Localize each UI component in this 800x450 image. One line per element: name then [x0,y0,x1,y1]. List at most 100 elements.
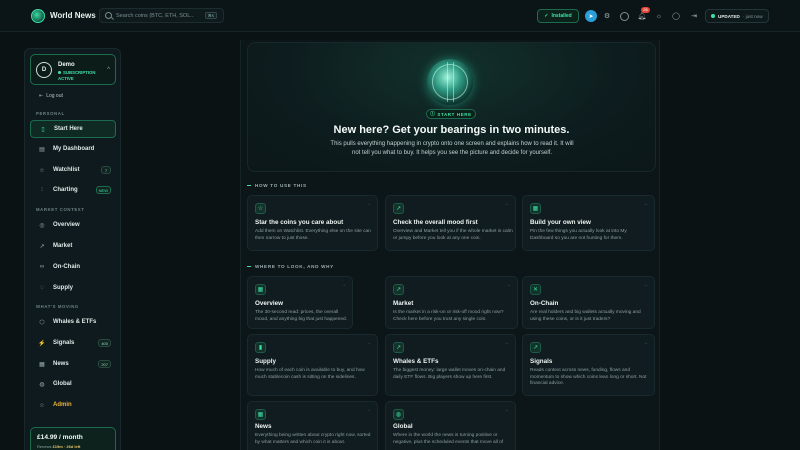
globe-logo-icon [31,8,45,23]
sidebar-item-label: Overview [53,222,80,228]
sidebar-item-market[interactable]: ↗ Market [30,237,116,255]
updated-label: UPDATED [718,13,740,19]
card-description: Overview and Market tell you if the whol… [393,229,513,241]
new-badge: NEW [95,186,111,194]
signal-icon: ↗ [530,342,541,353]
app-name: World News [50,11,96,20]
card-description: Reads context across news, funding, flow… [530,368,647,387]
sidebar-item-my-dashboard[interactable]: ▤ My Dashboard [30,140,116,158]
logout-icon[interactable]: ⇥ [688,10,700,22]
globe-icon: ◍ [393,409,404,420]
card-title: On-Chain [530,300,559,307]
sidebar-item-charting[interactable]: ⫶ Charting NEW [30,181,116,199]
star-outline-icon: ☆ [39,402,45,409]
sidebar-item-whales-etfs[interactable]: ⬡ Whales & ETFs [30,313,116,331]
arrow-icon: → [643,340,648,346]
arrow-icon: → [341,282,346,288]
sidebar-item-label: Supply [53,285,74,291]
logout-link[interactable]: ⇤ Log out [39,93,63,99]
notification-count-badge: 26 [641,7,650,13]
settings-icon[interactable]: ⚙ [601,10,613,22]
where-card-global[interactable]: ◍ → Global Where in the world the news i… [385,401,516,450]
where-card-whales-etfs[interactable]: ↗ → Whales & ETFs The biggest money: lar… [385,334,516,396]
trend-icon: ↗ [393,203,404,214]
app-logo[interactable]: World News [31,8,96,23]
sidebar-item-watchlist[interactable]: ☆ Watchlist 7 [30,161,116,179]
sidebar-item-signals[interactable]: ⚡ Signals 400 [30,334,116,352]
star-icon: ☆ [255,203,266,214]
shield-icon: ⬡ [39,319,45,326]
search-input[interactable] [116,12,194,19]
updated-ago: · just now [742,13,763,19]
where-card-market[interactable]: ↗ → Market Is the market in a risk-on or… [385,276,518,329]
howto-card-check-mood[interactable]: ↗ → Check the overall mood first Overvie… [385,195,516,251]
where-card-signals[interactable]: ↗ → Signals Reads context across news, f… [522,334,655,396]
live-dot-icon [711,14,715,18]
renews-label: Renews [37,444,52,449]
keyboard-shortcut-badge: ⌘K [205,12,217,19]
avatar: D [36,62,52,78]
sidebar-item-overview[interactable]: ◎ Overview [30,216,116,234]
sidebar-item-label: Admin [53,402,72,408]
arrow-icon: → [643,201,648,207]
subscription-status-line2: ACTIVE [58,75,74,81]
target-icon: ◎ [39,222,45,229]
updated-status: UPDATED · just now [705,9,769,23]
news-count-badge: 207 [98,360,111,368]
arrow-icon: → [366,340,371,346]
help-icon[interactable] [618,10,630,22]
card-title: News [255,423,272,430]
theme-toggle-icon[interactable]: ☼ [653,10,665,22]
card-title: Supply [255,358,276,365]
news-icon: ▦ [39,361,45,368]
dashboard-icon: ▤ [39,146,45,153]
globe-icon: ◍ [39,381,45,388]
arrow-icon: → [366,201,371,207]
sidebar-item-label: Watchlist [53,167,80,173]
card-description: The 30-second read: prices, the overall … [255,310,348,322]
section-dash-icon [247,185,251,186]
where-card-news[interactable]: ▦ → News Everything being written about … [247,401,378,450]
section-label-whats-moving: WHAT'S MOVING [36,304,79,309]
card-description: How much of each coin is available to bu… [255,368,365,380]
logout-arrow-icon: ⇤ [39,93,44,99]
where-card-supply[interactable]: ▮ → Supply How much of each coin is avai… [247,334,378,396]
subscription-status: SUBSCRIPTION ACTIVE [58,70,95,81]
chart-icon: ⫶ [41,186,43,193]
card-description: Where in the world the news is turning p… [393,433,504,445]
howto-card-star-coins[interactable]: ☆ → Star the coins you care about Add th… [247,195,378,251]
sidebar-item-global[interactable]: ◍ Global [30,375,116,393]
logout-label: Log out [46,93,63,99]
howto-card-build-view[interactable]: ▦ → Build your own view Pin the few thin… [522,195,655,251]
card-description: Is the market in a risk-on or risk-off m… [393,310,504,322]
sidebar-item-supply[interactable]: ◌ Supply [30,279,116,297]
price-label: £14.99 / month [37,434,83,441]
sidebar-item-on-chain[interactable]: ∞ On-Chain [30,258,116,276]
sidebar-item-label: Global [53,381,72,387]
card-title: Check the overall mood first [393,219,478,226]
chevron-up-icon[interactable]: ^ [107,67,110,73]
installed-button[interactable]: ✓ Installed [537,9,579,23]
user-icon[interactable]: ◯ [670,10,682,22]
start-here-pill-label: START HERE [437,111,472,117]
sidebar-item-news[interactable]: ▦ News 207 [30,355,116,373]
grid-icon: ▦ [530,203,541,214]
card-title: Market [393,300,414,307]
news-icon: ▦ [255,409,266,420]
search-icon [105,12,112,19]
search-box[interactable]: ⌘K [99,8,224,23]
coins-icon: ◌ [40,285,44,291]
sidebar-item-start-here[interactable]: ▯ Start Here [30,120,116,138]
sidebar-item-admin[interactable]: ☆ Admin [30,396,116,414]
info-icon: ⓘ [430,111,436,116]
section-how-to-use-label: HOW TO USE THIS [255,183,307,188]
subscription-price-card[interactable]: £14.99 / month Renews £19m · 26d left [30,427,116,450]
hero-description: This pulls everything happening in crypt… [330,141,574,156]
card-title: Star the coins you care about [255,219,344,226]
telegram-icon[interactable]: ➤ [585,10,597,22]
section-dash-icon [247,266,251,267]
sidebar-item-label: My Dashboard [53,146,95,152]
where-card-on-chain[interactable]: ✕ → On-Chain Are real holders and big wa… [522,276,655,329]
where-card-overview[interactable]: ▦ → Overview The 30-second read: prices,… [247,276,353,329]
user-card[interactable]: D Demo SUBSCRIPTION ACTIVE ^ [30,54,116,85]
